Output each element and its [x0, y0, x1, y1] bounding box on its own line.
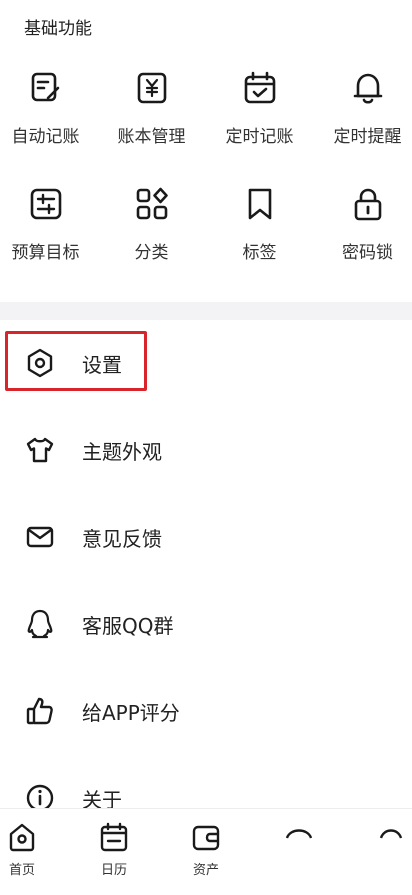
calendar-check-icon — [244, 71, 275, 104]
lock-icon — [354, 188, 381, 221]
grid-item-label: 账本管理 — [117, 127, 186, 147]
nav-label: 日历 — [100, 863, 127, 878]
category-grid-icon — [136, 187, 168, 220]
grid-item-label: 标签 — [242, 243, 277, 263]
section-title: 基础功能 — [24, 19, 92, 39]
hexagon-settings-icon — [27, 348, 53, 378]
bookmark-icon — [248, 188, 271, 220]
list-item-label: 主题外观 — [82, 439, 162, 464]
list-item-settings[interactable]: 设置 — [0, 320, 412, 406]
grid-item-scheduled-record[interactable]: 定时记账 — [208, 70, 311, 170]
nav-label: 资产 — [192, 863, 219, 878]
thumbs-up-icon — [26, 697, 53, 725]
bottom-nav: 首页 日历 资产 — [0, 808, 412, 895]
grid-item-password-lock[interactable]: 密码锁 — [316, 186, 412, 286]
nav-label: 首页 — [8, 863, 35, 878]
home-icon — [9, 823, 35, 852]
list-item-rate-app[interactable]: 给APP评分 — [0, 668, 412, 754]
partial-nav-icon[interactable] — [378, 825, 404, 839]
list-item-theme[interactable]: 主题外观 — [0, 407, 412, 493]
basic-functions-card: 基础功能 自动记账 账本管理 定时记账 定时提醒 预算目标 分类 标签 密码锁 — [0, 0, 412, 302]
list-item-about[interactable]: 关于 — [0, 755, 412, 810]
list-item-label: 关于 — [82, 787, 122, 811]
list-item-qq-group[interactable]: 客服QQ群 — [0, 581, 412, 667]
list-item-feedback[interactable]: 意见反馈 — [0, 494, 412, 580]
budget-slider-icon — [30, 188, 61, 220]
grid-item-label: 定时记账 — [225, 127, 294, 147]
auto-record-icon — [31, 72, 59, 102]
grid-item-label: 分类 — [134, 243, 169, 263]
calendar-icon — [100, 822, 128, 852]
tshirt-icon — [26, 437, 54, 463]
qq-penguin-icon — [27, 609, 53, 639]
info-icon — [26, 784, 54, 810]
grid-item-category[interactable]: 分类 — [100, 186, 203, 286]
mail-icon — [26, 526, 54, 548]
grid-item-auto-record[interactable]: 自动记账 — [0, 70, 97, 170]
grid-item-label: 自动记账 — [11, 127, 80, 147]
list-item-label: 给APP评分 — [82, 700, 180, 725]
grid-item-ledger-management[interactable]: 账本管理 — [100, 70, 203, 170]
wallet-icon — [192, 825, 220, 851]
grid-item-scheduled-reminder[interactable]: 定时提醒 — [316, 70, 412, 170]
nav-home[interactable]: 首页 — [0, 821, 52, 878]
settings-list: 设置 主题外观 意见反馈 客服QQ群 给APP评分 关于 — [0, 320, 412, 810]
list-item-label: 意见反馈 — [82, 526, 162, 551]
bell-icon — [353, 73, 382, 104]
yen-ledger-icon — [137, 72, 166, 104]
grid-item-budget-target[interactable]: 预算目标 — [0, 186, 97, 286]
list-item-label: 客服QQ群 — [82, 613, 174, 638]
grid-item-label: 密码锁 — [342, 243, 393, 263]
grid-item-label: 定时提醒 — [333, 127, 402, 147]
grid-item-label: 预算目标 — [11, 243, 80, 263]
partial-nav-icon[interactable] — [284, 825, 314, 839]
nav-assets[interactable]: 资产 — [176, 821, 236, 878]
nav-calendar[interactable]: 日历 — [84, 821, 144, 878]
grid-item-tag[interactable]: 标签 — [208, 186, 311, 286]
list-item-label: 设置 — [82, 352, 122, 377]
